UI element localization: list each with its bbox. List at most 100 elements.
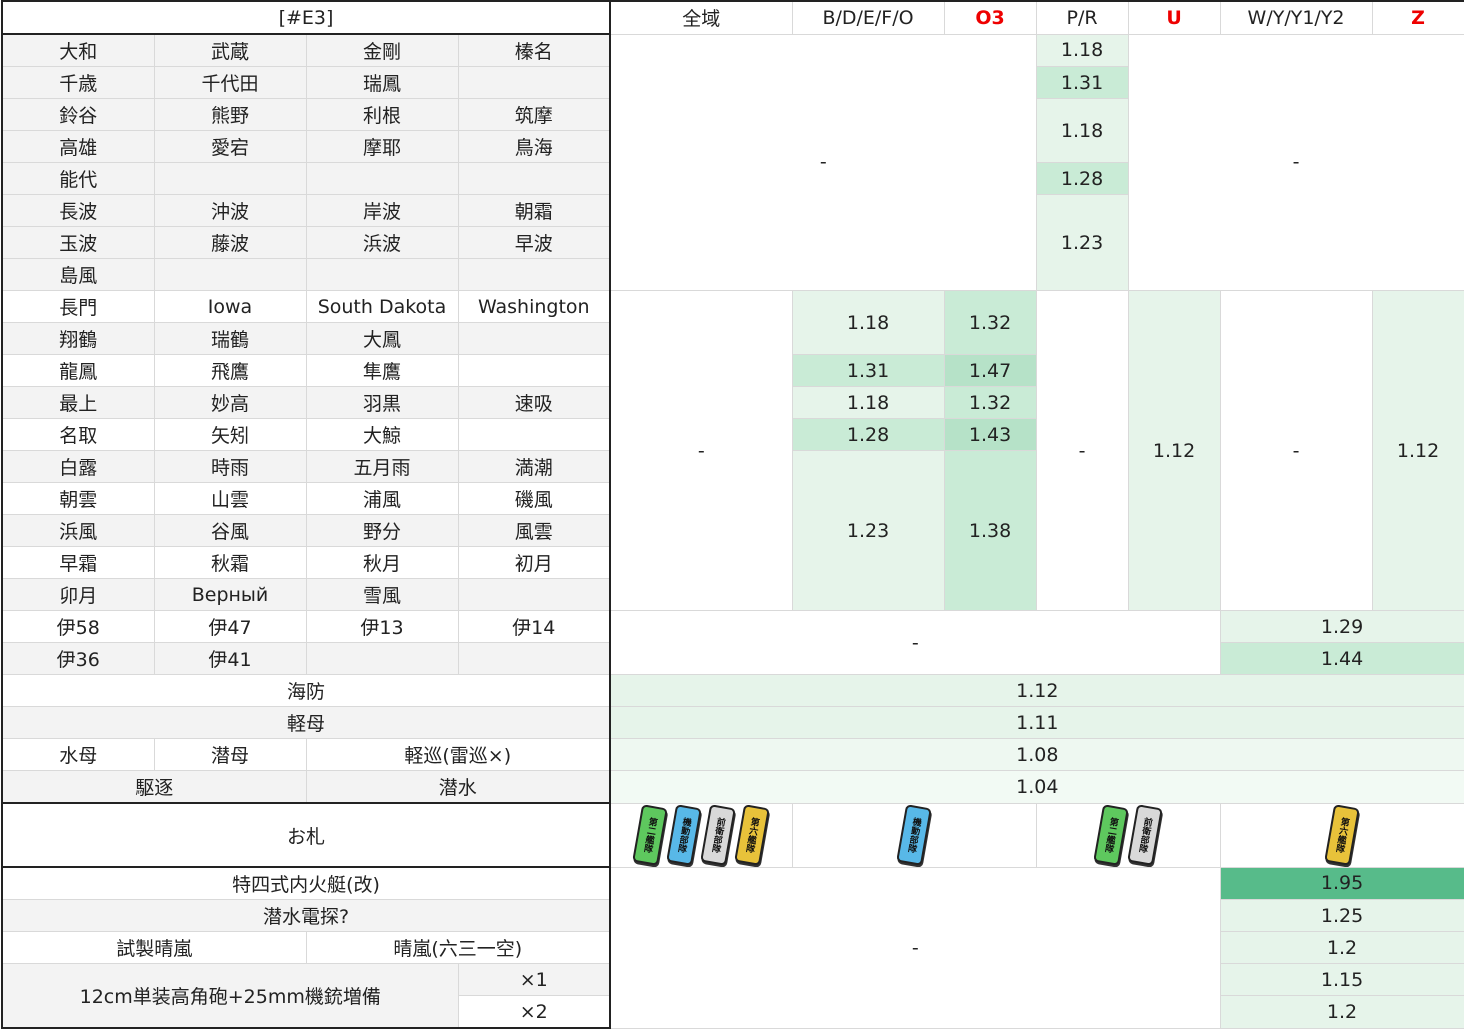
ship-cell: 伊14 <box>457 610 612 643</box>
ship-cell <box>457 354 612 387</box>
header-pr: P/R <box>1035 0 1129 35</box>
ship-cell: 隼鷹 <box>305 354 459 387</box>
ship-cell <box>457 66 612 99</box>
bonus-cell: 1.12 <box>1127 290 1221 611</box>
ship-cell: 羽黒 <box>305 386 459 419</box>
ship-cell: 伊13 <box>305 610 459 643</box>
type-label: 潜水 <box>305 770 612 804</box>
ship-cell: 秋月 <box>305 546 459 579</box>
ship-cell: 瑞鶴 <box>153 322 307 355</box>
ship-cell: 磯風 <box>457 482 612 515</box>
ship-cell: South Dakota <box>305 290 459 323</box>
ship-cell: 摩耶 <box>305 130 459 163</box>
type-label: 駆逐 <box>1 770 307 804</box>
ship-cell: Верный <box>153 578 307 611</box>
ofuda-badges-pru: 第二艦隊 前衛部隊 <box>1035 802 1221 868</box>
ship-cell <box>457 642 612 675</box>
ship-cell: 玉波 <box>1 226 155 259</box>
bonus-cell: 1.2 <box>1219 995 1464 1029</box>
ship-cell: 利根 <box>305 98 459 131</box>
ship-cell: 鳥海 <box>457 130 612 163</box>
bonus-cell: 1.18 <box>791 290 945 355</box>
bonus-cell: 1.31 <box>1035 66 1129 99</box>
bonus-cell: 1.28 <box>791 418 945 451</box>
ship-cell: 瑞鳳 <box>305 66 459 99</box>
bonus-cell: - <box>609 610 1221 675</box>
ofuda-badges-bdefo: 機動部隊 <box>791 802 1037 868</box>
ship-cell: 早霜 <box>1 546 155 579</box>
ship-cell <box>153 162 307 195</box>
ship-cell: 野分 <box>305 514 459 547</box>
bonus-cell: - <box>1035 290 1129 611</box>
ship-cell: 時雨 <box>153 450 307 483</box>
type-label: 水母 <box>1 738 155 771</box>
equip-count: ×1 <box>457 963 612 996</box>
ship-cell: 白露 <box>1 450 155 483</box>
ship-cell <box>305 162 459 195</box>
bonus-cell: 1.38 <box>943 450 1037 611</box>
ship-cell: 初月 <box>457 546 612 579</box>
ship-cell: 浦風 <box>305 482 459 515</box>
ship-cell: 大鳳 <box>305 322 459 355</box>
ofuda-badge-icon: 第二艦隊 <box>1093 804 1129 866</box>
ship-cell: 伊41 <box>153 642 307 675</box>
ofuda-badge-icon: 前衛部隊 <box>700 804 737 866</box>
bonus-cell: - <box>609 33 1037 291</box>
bonus-cell: - <box>1127 33 1464 291</box>
ship-cell <box>457 418 612 451</box>
ship-cell: 熊野 <box>153 98 307 131</box>
bonus-cell: 1.25 <box>1219 899 1464 932</box>
bonus-cell: 1.31 <box>791 354 945 387</box>
ship-cell <box>457 258 612 291</box>
bonus-cell: 1.18 <box>1035 33 1129 67</box>
ship-cell <box>457 322 612 355</box>
ship-cell: 名取 <box>1 418 155 451</box>
ship-cell: 長波 <box>1 194 155 227</box>
bonus-cell: 1.47 <box>943 354 1037 387</box>
ship-cell: 鈴谷 <box>1 98 155 131</box>
bonus-cell: 1.2 <box>1219 931 1464 964</box>
bonus-cell: - <box>609 290 793 611</box>
bonus-cell: 1.12 <box>1371 290 1464 611</box>
ship-cell <box>457 578 612 611</box>
ship-cell: 妙高 <box>153 386 307 419</box>
ship-cell: 朝雲 <box>1 482 155 515</box>
header-z: Z <box>1371 0 1464 35</box>
ship-cell <box>305 642 459 675</box>
ofuda-badge-icon: 機動部隊 <box>896 804 932 866</box>
ship-cell: 最上 <box>1 386 155 419</box>
type-label: 潜母 <box>153 738 307 771</box>
ship-cell: 千歳 <box>1 66 155 99</box>
ship-cell: 飛鷹 <box>153 354 307 387</box>
ofuda-badge-icon: 第六艦隊 <box>1324 804 1360 866</box>
ship-cell: 筑摩 <box>457 98 612 131</box>
ship-cell: 速吸 <box>457 386 612 419</box>
bonus-cell: 1.29 <box>1219 610 1464 643</box>
ofuda-badge-icon: 第二艦隊 <box>632 804 669 866</box>
ship-cell: 浜風 <box>1 514 155 547</box>
ship-cell: 卯月 <box>1 578 155 611</box>
ship-cell: 伊58 <box>1 610 155 643</box>
ship-cell: 谷風 <box>153 514 307 547</box>
type-label: 軽母 <box>0 706 612 739</box>
ship-cell: 伊47 <box>153 610 307 643</box>
header-o3: O3 <box>943 0 1037 35</box>
bonus-cell: 1.32 <box>943 386 1037 419</box>
type-label: 海防 <box>0 674 612 707</box>
ofuda-badge-icon: 前衛部隊 <box>1127 804 1163 866</box>
bonus-cell: 1.08 <box>609 738 1464 771</box>
ship-cell: 岸波 <box>305 194 459 227</box>
ship-cell: 武蔵 <box>153 33 307 67</box>
ship-cell: 千代田 <box>153 66 307 99</box>
ship-cell: 愛宕 <box>153 130 307 163</box>
ship-cell: 島風 <box>1 258 155 291</box>
ship-cell: 大和 <box>1 33 155 67</box>
header-u: U <box>1127 0 1221 35</box>
ship-cell <box>457 162 612 195</box>
ofuda-badges-wyz: 第六艦隊 <box>1219 802 1464 868</box>
ship-cell: 藤波 <box>153 226 307 259</box>
bonus-cell: 1.15 <box>1219 963 1464 996</box>
equip-label: 晴嵐(六三一空) <box>305 931 612 964</box>
ship-cell: 能代 <box>1 162 155 195</box>
bonus-cell: 1.44 <box>1219 642 1464 675</box>
